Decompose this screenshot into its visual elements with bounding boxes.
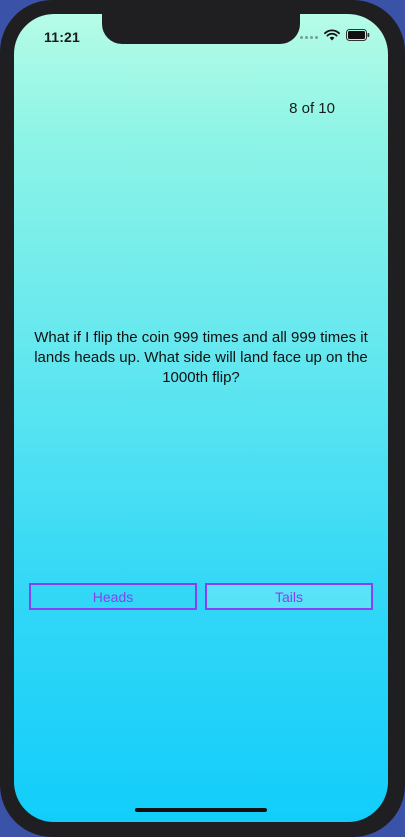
heads-button[interactable]: Heads (29, 583, 197, 610)
status-time: 11:21 (44, 29, 81, 45)
signal-icon (300, 35, 318, 39)
question-text: What if I flip the coin 999 times and al… (34, 329, 368, 386)
wifi-icon (324, 28, 340, 46)
app-screen: 11:21 8 of 10 What if I flip the coin 99… (14, 14, 388, 822)
battery-icon (346, 28, 370, 46)
tails-button[interactable]: Tails (205, 583, 373, 610)
status-icons (300, 28, 370, 46)
question-progress: 8 of 10 (289, 100, 335, 117)
camera-notch (102, 14, 300, 44)
home-indicator[interactable] (135, 808, 267, 812)
device-frame: 11:21 8 of 10 What if I flip the coin 99… (0, 0, 405, 837)
answer-options: Heads Tails (29, 583, 373, 610)
